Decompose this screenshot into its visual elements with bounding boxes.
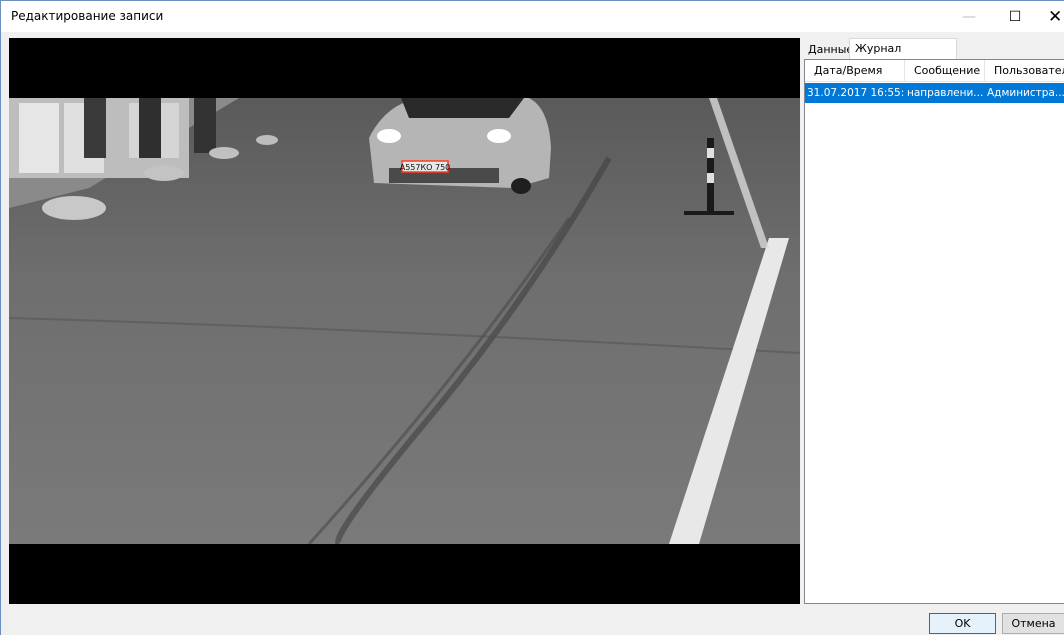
- camera-image: А557КО 750: [9, 98, 800, 544]
- column-header-message[interactable]: Сообщение: [905, 60, 985, 82]
- column-header-datetime[interactable]: Дата/Время: [805, 60, 905, 82]
- cancel-button[interactable]: Отмена: [1002, 613, 1064, 634]
- street-scene-image: А557КО 750: [9, 98, 800, 544]
- maximize-button[interactable]: ☐: [992, 1, 1038, 32]
- cell-user: Администра...: [987, 87, 1064, 99]
- list-header: Дата/Время Сообщение Пользователь: [805, 60, 1064, 82]
- window-title: Редактирование записи: [11, 9, 164, 23]
- tab-edit-log[interactable]: Журнал редактирования: [849, 38, 958, 73]
- title-bar[interactable]: Редактирование записи — ☐ ✕: [1, 1, 1064, 32]
- list-item[interactable]: 31.07.2017 16:55:37 направлени... Админи…: [805, 83, 1064, 103]
- close-button[interactable]: ✕: [1038, 1, 1064, 32]
- cell-message: направлени...: [907, 87, 984, 99]
- cell-datetime: 31.07.2017 16:55:37: [807, 87, 905, 99]
- edit-record-window: Редактирование записи — ☐ ✕ А557КО 750 Д…: [0, 0, 1064, 635]
- column-header-user[interactable]: Пользователь: [985, 60, 1064, 82]
- video-frame: А557КО 750: [9, 38, 800, 604]
- minimize-button[interactable]: —: [946, 1, 992, 32]
- edit-log-list[interactable]: Дата/Время Сообщение Пользователь 31.07.…: [804, 59, 1064, 604]
- license-plate-text: А557КО 750: [400, 163, 451, 172]
- ok-button[interactable]: OK: [929, 613, 996, 634]
